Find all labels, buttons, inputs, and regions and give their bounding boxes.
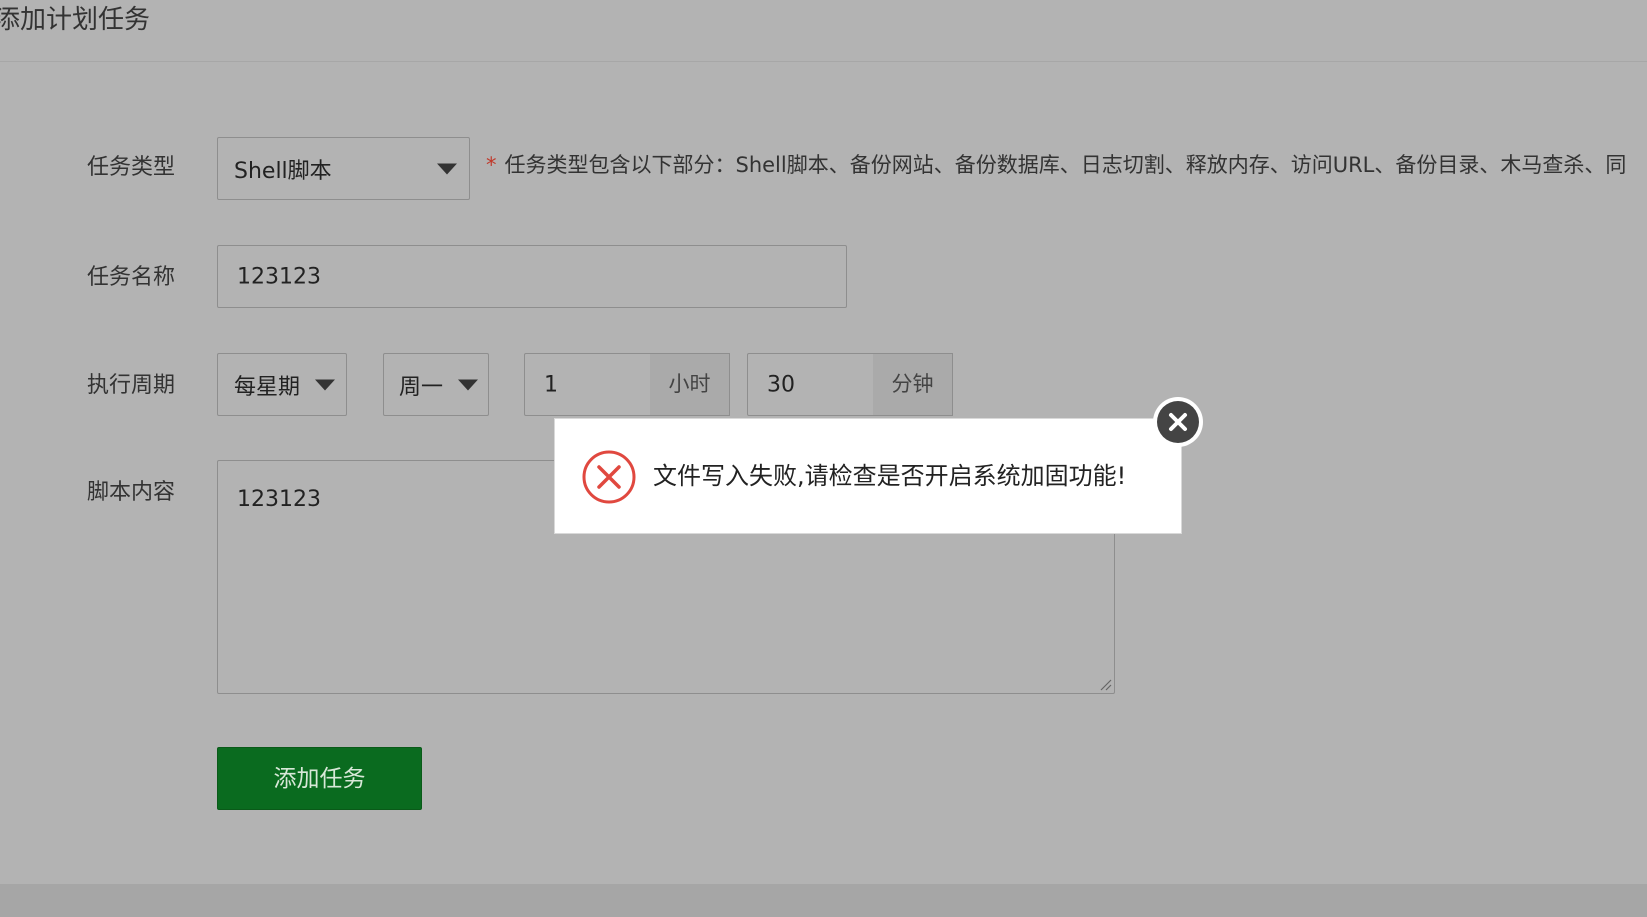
page-title: 添加计划任务	[0, 5, 151, 35]
add-task-button[interactable]: 添加任务	[217, 747, 422, 810]
add-cron-task-page: 添加计划任务 任务类型 Shell脚本 * 任务类型包含以下部分：Shell脚本、…	[0, 0, 1647, 917]
chevron-down-icon	[458, 379, 478, 390]
dialog-close-button[interactable]	[1153, 397, 1203, 447]
chevron-down-icon	[315, 379, 335, 390]
period-cycle-value: 每星期	[234, 374, 301, 400]
minute-unit-addon: 分钟	[873, 353, 953, 416]
hour-input[interactable]: 1	[524, 353, 651, 416]
close-icon-circle	[1157, 401, 1199, 443]
period-cycle-select[interactable]: 每星期	[217, 353, 347, 416]
hour-value: 1	[544, 372, 558, 397]
task-type-label: 任务类型	[87, 155, 176, 180]
period-label: 执行周期	[87, 373, 176, 398]
task-name-value: 123123	[237, 264, 321, 289]
hour-unit-addon: 小时	[650, 353, 730, 416]
minute-input[interactable]: 30	[747, 353, 874, 416]
close-icon	[1169, 413, 1187, 431]
script-value: 123123	[237, 487, 321, 512]
task-type-hint-text: 任务类型包含以下部分：Shell脚本、备份网站、备份数据库、日志切割、释放内存、…	[504, 153, 1627, 177]
minute-value: 30	[767, 372, 795, 397]
error-dialog: 文件写入失败,请检查是否开启系统加固功能!	[554, 418, 1182, 534]
footer-bar	[0, 884, 1647, 917]
resize-grip-icon[interactable]	[1100, 679, 1112, 691]
required-star: *	[486, 153, 497, 177]
chevron-down-icon	[437, 163, 457, 174]
task-type-select[interactable]: Shell脚本	[217, 137, 470, 200]
period-weekday-value: 周一	[399, 374, 444, 400]
task-type-hint: * 任务类型包含以下部分：Shell脚本、备份网站、备份数据库、日志切割、释放内存…	[486, 150, 1626, 180]
error-x-circle-icon	[582, 450, 636, 504]
error-message: 文件写入失败,请检查是否开启系统加固功能!	[653, 462, 1127, 490]
task-name-input[interactable]: 123123	[217, 245, 847, 308]
task-name-label: 任务名称	[87, 265, 176, 290]
title-divider	[0, 61, 1647, 62]
period-weekday-select[interactable]: 周一	[383, 353, 489, 416]
task-type-value: Shell脚本	[234, 158, 332, 184]
script-label: 脚本内容	[87, 480, 176, 505]
